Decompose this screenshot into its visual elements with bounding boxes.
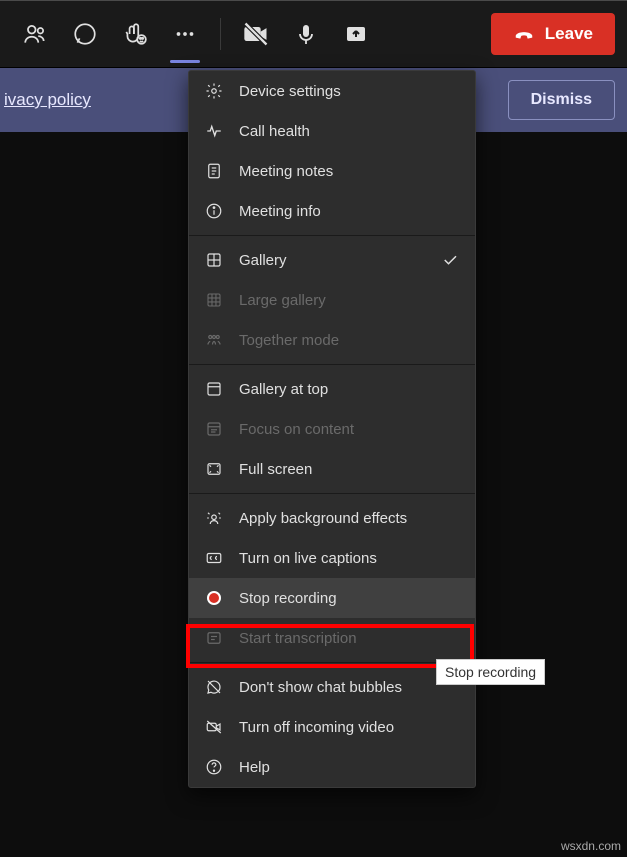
menu-item-dont-show-chat-bubbles[interactable]: Don't show chat bubbles <box>189 667 475 707</box>
tooltip-text: Stop recording <box>445 664 536 680</box>
info-icon <box>205 202 223 220</box>
menu-item-together-mode: Together mode <box>189 320 475 360</box>
notes-icon <box>205 162 223 180</box>
menu-divider <box>189 364 475 365</box>
menu-label: Gallery <box>239 252 287 269</box>
tooltip: Stop recording <box>436 659 545 685</box>
menu-label: Turn on live captions <box>239 550 377 567</box>
menu-label: Together mode <box>239 332 339 349</box>
camera-off-icon <box>242 20 270 48</box>
leave-label: Leave <box>545 24 593 44</box>
menu-item-call-health[interactable]: Call health <box>189 111 475 151</box>
large-grid-icon <box>205 291 223 309</box>
more-actions-button[interactable] <box>162 11 208 57</box>
privacy-policy-link[interactable]: ivacy policy <box>4 90 91 110</box>
menu-item-meeting-notes[interactable]: Meeting notes <box>189 151 475 191</box>
grid-icon <box>205 251 223 269</box>
transcription-icon <box>205 629 223 647</box>
menu-label: Full screen <box>239 461 312 478</box>
menu-label: Don't show chat bubbles <box>239 679 402 696</box>
menu-label: Large gallery <box>239 292 326 309</box>
fullscreen-icon <box>205 460 223 478</box>
menu-divider <box>189 493 475 494</box>
menu-divider <box>189 662 475 663</box>
people-button[interactable] <box>12 11 58 57</box>
chat-off-icon <box>205 678 223 696</box>
pulse-icon <box>205 122 223 140</box>
people-icon <box>22 21 48 47</box>
menu-item-gallery-at-top[interactable]: Gallery at top <box>189 369 475 409</box>
checkmark-icon <box>441 251 459 269</box>
content-icon <box>205 420 223 438</box>
mic-icon <box>294 22 318 46</box>
menu-label: Call health <box>239 123 310 140</box>
chat-button[interactable] <box>62 11 108 57</box>
watermark: wsxdn.com <box>561 839 621 853</box>
phone-down-icon <box>513 23 535 45</box>
share-button[interactable] <box>333 11 379 57</box>
menu-item-device-settings[interactable]: Device settings <box>189 71 475 111</box>
menu-item-gallery[interactable]: Gallery <box>189 240 475 280</box>
menu-label: Device settings <box>239 83 341 100</box>
reactions-button[interactable] <box>112 11 158 57</box>
dismiss-button[interactable]: Dismiss <box>508 80 615 120</box>
together-icon <box>205 331 223 349</box>
gear-icon <box>205 82 223 100</box>
menu-item-help[interactable]: Help <box>189 747 475 787</box>
captions-icon <box>205 549 223 567</box>
menu-item-full-screen[interactable]: Full screen <box>189 449 475 489</box>
menu-label: Start transcription <box>239 630 357 647</box>
menu-item-large-gallery: Large gallery <box>189 280 475 320</box>
menu-item-stop-recording[interactable]: Stop recording <box>189 578 475 618</box>
menu-item-turn-off-incoming-video[interactable]: Turn off incoming video <box>189 707 475 747</box>
menu-label: Apply background effects <box>239 510 407 527</box>
video-off-icon <box>205 718 223 736</box>
ellipsis-icon <box>172 21 198 47</box>
hand-emoji-icon <box>122 21 148 47</box>
meeting-toolbar: Leave <box>0 0 627 68</box>
camera-button[interactable] <box>233 11 279 57</box>
menu-item-focus-on-content: Focus on content <box>189 409 475 449</box>
more-actions-menu: Device settings Call health Meeting note… <box>188 70 476 788</box>
menu-label: Meeting notes <box>239 163 333 180</box>
menu-label: Help <box>239 759 270 776</box>
recording-icon <box>205 589 223 607</box>
share-screen-icon <box>344 22 368 46</box>
menu-item-apply-background-effects[interactable]: Apply background effects <box>189 498 475 538</box>
chat-icon <box>72 21 98 47</box>
leave-button[interactable]: Leave <box>491 13 615 55</box>
menu-label: Gallery at top <box>239 381 328 398</box>
toolbar-divider <box>220 18 221 50</box>
menu-divider <box>189 235 475 236</box>
help-icon <box>205 758 223 776</box>
menu-label: Turn off incoming video <box>239 719 394 736</box>
menu-label: Stop recording <box>239 590 337 607</box>
menu-item-meeting-info[interactable]: Meeting info <box>189 191 475 231</box>
mic-button[interactable] <box>283 11 329 57</box>
menu-item-start-transcription: Start transcription <box>189 618 475 658</box>
background-effects-icon <box>205 509 223 527</box>
menu-label: Focus on content <box>239 421 354 438</box>
menu-label: Meeting info <box>239 203 321 220</box>
menu-item-turn-on-live-captions[interactable]: Turn on live captions <box>189 538 475 578</box>
layout-top-icon <box>205 380 223 398</box>
